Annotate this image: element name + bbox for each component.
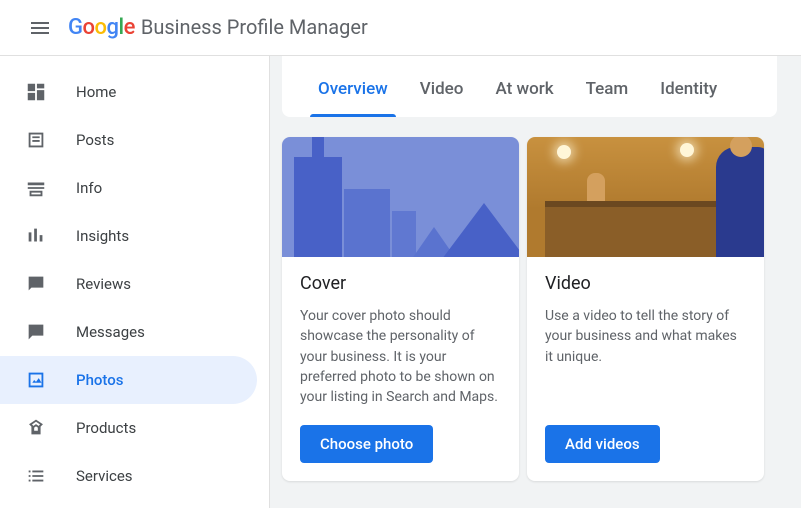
tab-video[interactable]: Video <box>404 57 480 117</box>
product-name: Business Profile Manager <box>141 15 368 39</box>
photos-icon <box>24 368 48 392</box>
tab-label: Video <box>420 79 464 99</box>
sidebar-item-info[interactable]: Info <box>0 164 257 212</box>
add-videos-button[interactable]: Add videos <box>545 425 660 463</box>
sidebar-item-photos[interactable]: Photos <box>0 356 257 404</box>
tab-overview[interactable]: Overview <box>302 57 404 117</box>
cover-card-title: Cover <box>300 273 501 294</box>
home-icon <box>24 80 48 104</box>
tab-team[interactable]: Team <box>570 57 645 117</box>
sidebar-item-label: Messages <box>76 323 145 341</box>
hamburger-icon <box>28 16 52 40</box>
sidebar-item-insights[interactable]: Insights <box>0 212 257 260</box>
sidebar-item-services[interactable]: Services <box>0 452 257 500</box>
tab-label: Identity <box>660 79 717 99</box>
video-card-desc: Use a video to tell the story of your bu… <box>545 306 746 407</box>
tab-label: Team <box>586 79 629 99</box>
tab-label: At work <box>495 79 553 99</box>
cover-card: Cover Your cover photo should showcase t… <box>282 137 519 481</box>
sidebar-item-label: Photos <box>76 371 123 389</box>
header: Google Business Profile Manager <box>0 0 801 56</box>
tab-identity[interactable]: Identity <box>644 57 733 117</box>
reviews-icon <box>24 272 48 296</box>
sidebar-item-reviews[interactable]: Reviews <box>0 260 257 308</box>
sidebar-item-messages[interactable]: Messages <box>0 308 257 356</box>
video-card-title: Video <box>545 273 746 294</box>
sidebar-item-label: Services <box>76 467 133 485</box>
insights-icon <box>24 224 48 248</box>
cards: Cover Your cover photo should showcase t… <box>282 137 801 481</box>
sidebar-item-label: Products <box>76 419 136 437</box>
cover-illustration <box>282 137 519 257</box>
sidebar-item-products[interactable]: Products <box>0 404 257 452</box>
main-menu-button[interactable] <box>16 4 64 52</box>
posts-icon <box>24 128 48 152</box>
tabs: Overview Video At work Team Identity <box>282 56 777 117</box>
tab-at-work[interactable]: At work <box>479 57 569 117</box>
sidebar-item-label: Home <box>76 83 116 101</box>
info-icon <box>24 176 48 200</box>
sidebar-item-label: Insights <box>76 227 129 245</box>
google-logo-icon: Google <box>68 15 135 40</box>
tab-label: Overview <box>318 79 388 99</box>
video-illustration <box>527 137 764 257</box>
sidebar-item-label: Reviews <box>76 275 131 293</box>
sidebar-item-home[interactable]: Home <box>0 68 257 116</box>
sidebar-item-label: Info <box>76 179 102 197</box>
messages-icon <box>24 320 48 344</box>
sidebar: Home Posts Info Insights Reviews Message… <box>0 56 270 508</box>
choose-photo-button[interactable]: Choose photo <box>300 425 433 463</box>
cover-card-desc: Your cover photo should showcase the per… <box>300 306 501 407</box>
services-icon <box>24 464 48 488</box>
main-content: Overview Video At work Team Identity <box>270 56 801 508</box>
logo[interactable]: Google Business Profile Manager <box>68 15 368 40</box>
sidebar-item-posts[interactable]: Posts <box>0 116 257 164</box>
products-icon <box>24 416 48 440</box>
sidebar-item-label: Posts <box>76 131 114 149</box>
video-card: Video Use a video to tell the story of y… <box>527 137 764 481</box>
